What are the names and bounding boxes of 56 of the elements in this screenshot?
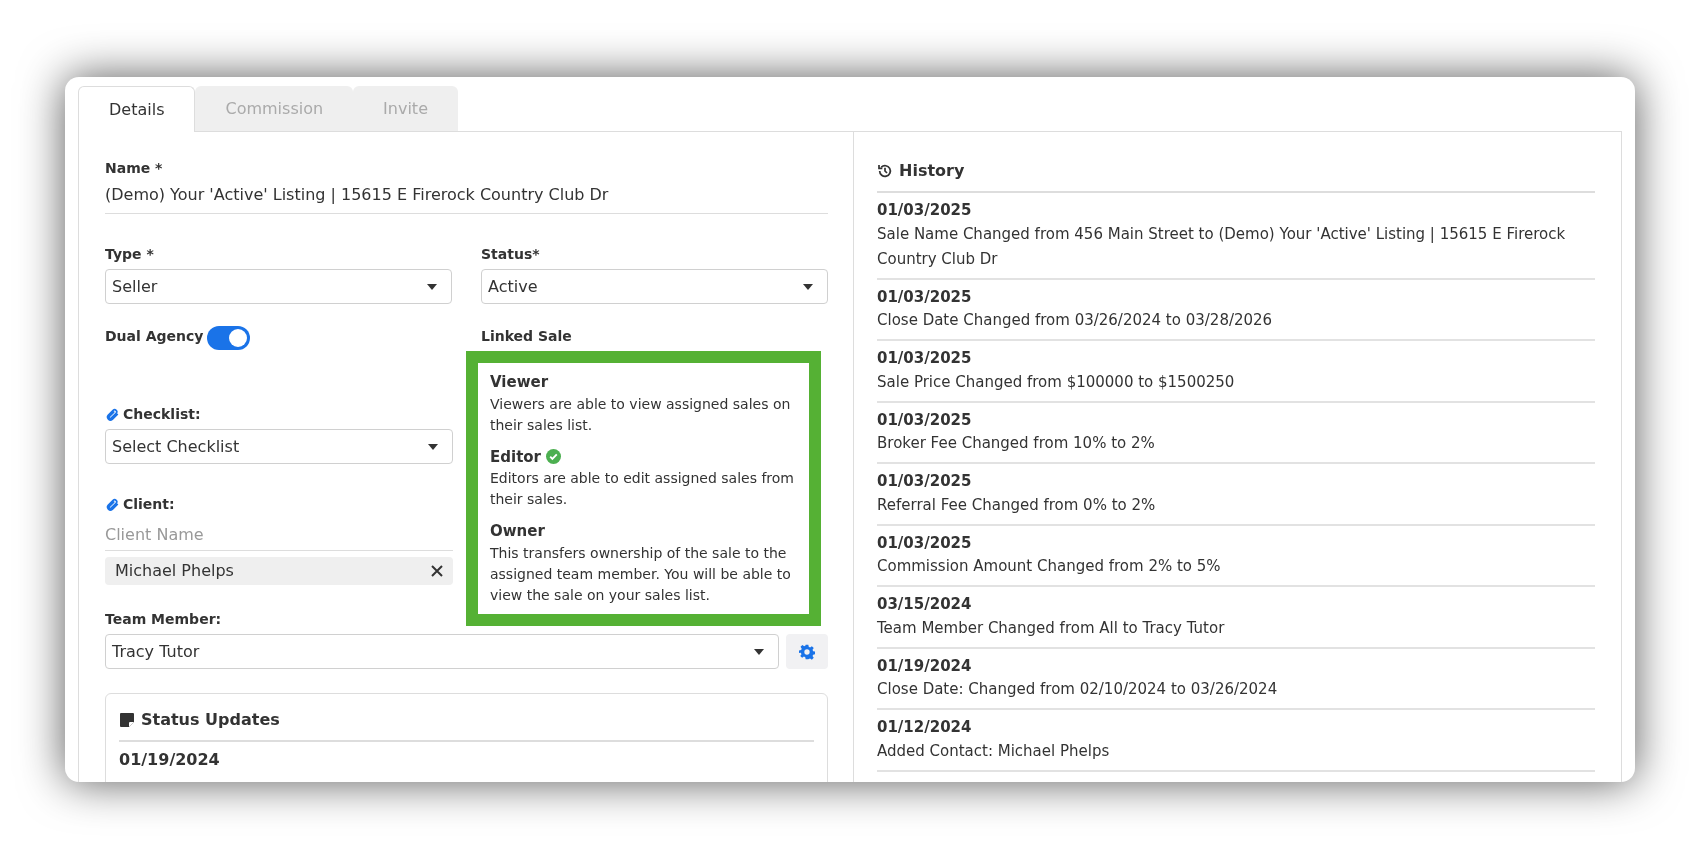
history-date: 01/03/2025 [877, 348, 973, 369]
history-text: Commission Amount Changed from 2% to 5% [877, 556, 1222, 577]
type-select[interactable]: Seller [105, 269, 452, 304]
section-title: Status Updates [141, 709, 280, 731]
client-chip: Michael Phelps [105, 557, 453, 585]
history-date: 01/12/2024 [877, 717, 973, 738]
role-description: Viewers are able to view assigned sales on their sales list. [490, 394, 792, 435]
client-name-field[interactable]: Client Name [105, 519, 453, 551]
caret-icon [427, 283, 437, 290]
field-label: Checklist: [123, 405, 201, 424]
settings-icon [799, 643, 815, 660]
paperclip-icon [105, 407, 119, 422]
field-label: Dual Agency [105, 327, 204, 346]
status-select[interactable]: Active [481, 269, 828, 304]
tab[interactable]: Details [78, 86, 196, 132]
caret-icon [754, 648, 764, 655]
history-text: Close Date: Changed from 02/10/2024 to 03/26/2024 [877, 679, 1279, 700]
name-field[interactable]: (Demo) Your 'Active' Listing | 15615 E Firerock Country Club Dr [105, 183, 828, 214]
role-description: This transfers ownership of the sale to the assigned team member. You will be able to view the sale on your sales list. [490, 543, 792, 605]
settings-button[interactable] [786, 634, 828, 669]
history-text: Sale Price Changed from $100000 to $1500250 [877, 371, 1236, 393]
team-member-select[interactable]: Tracy Tutor [105, 634, 779, 669]
caret-icon [803, 283, 813, 290]
field-label: Name * [105, 159, 163, 178]
history-text: Added Contact: Michael Phelps [877, 740, 1111, 762]
field-label: Status* [481, 245, 540, 264]
role-title: Owner [490, 521, 545, 542]
history-date: 01/03/2025 [877, 532, 973, 554]
caret-icon [428, 443, 438, 450]
history-date: 01/03/2025 [877, 409, 973, 431]
history-text: Broker Fee Changed from 10% to 2% [877, 433, 1156, 454]
history-date: 01/03/2025 [877, 286, 973, 308]
paperclip-icon [105, 497, 119, 512]
history-text: Close Date Changed from 03/26/2024 to 03/28/2026 [877, 310, 1274, 331]
role-title: Editor [490, 446, 541, 468]
update-date: 01/19/2024 [119, 749, 221, 771]
check-circle-icon [546, 449, 561, 465]
history-date: 01/03/2025 [877, 471, 973, 492]
field-label: Linked Sale [481, 327, 572, 346]
checklist-select[interactable]: Select Checklist [105, 429, 453, 464]
history-text: Referral Fee Changed from 0% to 2% [877, 494, 1157, 516]
role-title: Viewer [490, 372, 549, 393]
field-label: Type * [105, 245, 154, 264]
toggle-switch[interactable] [207, 326, 251, 350]
field-label: Client: [123, 495, 175, 514]
history-date: 01/03/2025 [877, 200, 973, 221]
history-text: Sale Name Changed from 456 Main Street to (Demo) Your 'Active' Listing | 15615 E Firerock Country Club Dr [877, 223, 1567, 270]
note-icon [119, 712, 135, 728]
role-description: Editors are able to edit assigned sales from their sales. [490, 469, 795, 509]
history-date: 01/19/2024 [877, 655, 973, 677]
history-text: Team Member Changed from All to Tracy Tutor [877, 617, 1226, 639]
history-icon [877, 163, 893, 179]
section-title: History [899, 160, 965, 182]
field-label: Team Member: [105, 610, 222, 629]
close-icon[interactable] [431, 565, 443, 577]
history-date: 03/15/2024 [877, 594, 973, 615]
